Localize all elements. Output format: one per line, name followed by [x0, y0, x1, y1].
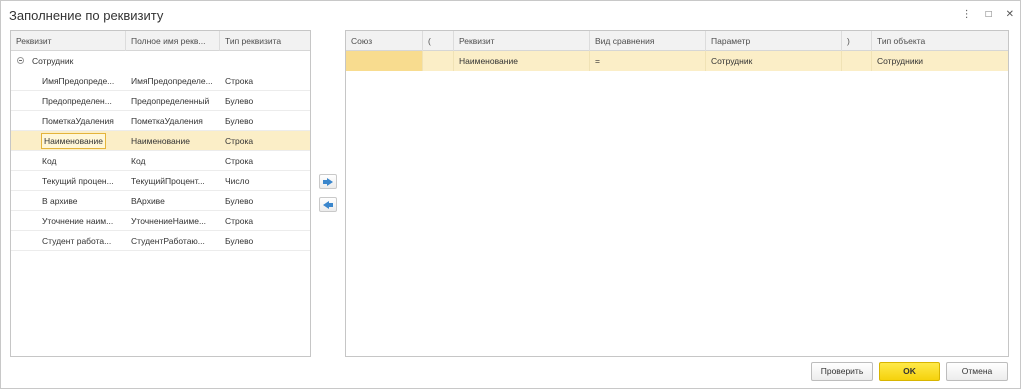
table-row[interactable]: Текущий процен... ТекущийПроцент... Числ…: [11, 171, 310, 191]
maximize-icon[interactable]: □: [986, 9, 992, 21]
window-controls: ⋮ □ ✕: [962, 9, 1014, 21]
type-cell: Булево: [225, 96, 254, 106]
column-header-full-name[interactable]: Полное имя рекв...: [126, 31, 220, 51]
attribute-cell: Студент работа...: [42, 236, 112, 246]
column-header-object-type[interactable]: Тип объекта: [872, 31, 1008, 51]
arrow-right-icon: [323, 177, 333, 186]
table-row[interactable]: Уточнение наим... УточнениеНаиме... Стро…: [11, 211, 310, 231]
column-header-union[interactable]: Союз: [346, 31, 423, 51]
full-name-cell: ПометкаУдаления: [131, 116, 203, 126]
type-cell: Строка: [225, 156, 254, 166]
type-cell: Булево: [225, 236, 254, 246]
attribute-cell: Уточнение наим...: [42, 216, 114, 226]
type-cell: Число: [225, 176, 250, 186]
close-icon[interactable]: ✕: [1006, 9, 1014, 21]
column-header-attribute[interactable]: Реквизит: [454, 31, 590, 51]
parameter-cell[interactable]: Сотрудник: [706, 51, 842, 71]
conditions-table-header: Союз ( Реквизит Вид сравнения Параметр )…: [346, 31, 1008, 51]
open-paren-cell[interactable]: [423, 51, 454, 71]
attribute-cell: В архиве: [42, 196, 78, 206]
full-name-cell: ИмяПредопределе...: [131, 76, 213, 86]
column-header-attribute[interactable]: Реквизит: [11, 31, 126, 51]
full-name-cell: СтудентРаботаю...: [131, 236, 205, 246]
attribute-cell: Текущий процен...: [42, 176, 114, 186]
cancel-button[interactable]: Отмена: [946, 362, 1008, 381]
table-row[interactable]: В архиве ВАрхиве Булево: [11, 191, 310, 211]
table-row[interactable]: Код Код Строка: [11, 151, 310, 171]
table-row[interactable]: ПометкаУдаления ПометкаУдаления Булево: [11, 111, 310, 131]
attribute-cell[interactable]: Наименование: [454, 51, 590, 71]
attribute-cell: Код: [42, 156, 57, 166]
attribute-cell: ПометкаУдаления: [42, 116, 114, 126]
full-name-cell: УточнениеНаиме...: [131, 216, 207, 226]
attributes-table-header: Реквизит Полное имя рекв... Тип реквизит…: [11, 31, 310, 51]
type-cell: Булево: [225, 116, 254, 126]
attribute-cell: Предопределен...: [42, 96, 112, 106]
condition-row[interactable]: Наименование = Сотрудник Сотрудники: [346, 51, 1008, 71]
attributes-table[interactable]: Реквизит Полное имя рекв... Тип реквизит…: [10, 30, 311, 357]
arrow-left-icon: [323, 200, 333, 209]
column-header-close-paren[interactable]: ): [842, 31, 872, 51]
column-header-parameter[interactable]: Параметр: [706, 31, 842, 51]
column-header-open-paren[interactable]: (: [423, 31, 454, 51]
attribute-cell: ИмяПредопреде...: [42, 76, 115, 86]
close-paren-cell[interactable]: [842, 51, 872, 71]
table-row[interactable]: Предопределен... Предопределенный Булево: [11, 91, 310, 111]
collapse-icon[interactable]: [17, 57, 24, 64]
conditions-table[interactable]: Союз ( Реквизит Вид сравнения Параметр )…: [345, 30, 1009, 357]
full-name-cell: ВАрхиве: [131, 196, 165, 206]
group-label: Сотрудник: [32, 56, 74, 66]
type-cell: Строка: [225, 216, 254, 226]
table-row[interactable]: Студент работа... СтудентРаботаю... Буле…: [11, 231, 310, 251]
check-button[interactable]: Проверить: [811, 362, 873, 381]
type-cell: Строка: [225, 76, 254, 86]
dialog-title: Заполнение по реквизиту: [9, 8, 164, 23]
full-name-cell: Наименование: [131, 136, 190, 146]
table-row-selected[interactable]: Наименование Наименование Строка: [11, 131, 310, 151]
group-row-employee[interactable]: Сотрудник: [11, 51, 310, 71]
column-header-comparison[interactable]: Вид сравнения: [590, 31, 706, 51]
full-name-cell: Предопределенный: [131, 96, 210, 106]
column-header-type[interactable]: Тип реквизита: [220, 31, 310, 51]
ok-button[interactable]: OK: [879, 362, 940, 381]
more-menu-icon[interactable]: ⋮: [962, 9, 972, 21]
remove-condition-button[interactable]: [319, 197, 337, 212]
comparison-cell[interactable]: =: [590, 51, 706, 71]
type-cell: Строка: [225, 136, 254, 146]
object-type-cell[interactable]: Сотрудники: [872, 51, 1008, 71]
table-row[interactable]: ИмяПредопреде... ИмяПредопределе... Стро…: [11, 71, 310, 91]
union-cell[interactable]: [346, 51, 423, 71]
attribute-cell-focused[interactable]: Наименование: [41, 133, 106, 149]
full-name-cell: ТекущийПроцент...: [131, 176, 205, 186]
type-cell: Булево: [225, 196, 254, 206]
full-name-cell: Код: [131, 156, 146, 166]
add-condition-button[interactable]: [319, 174, 337, 189]
